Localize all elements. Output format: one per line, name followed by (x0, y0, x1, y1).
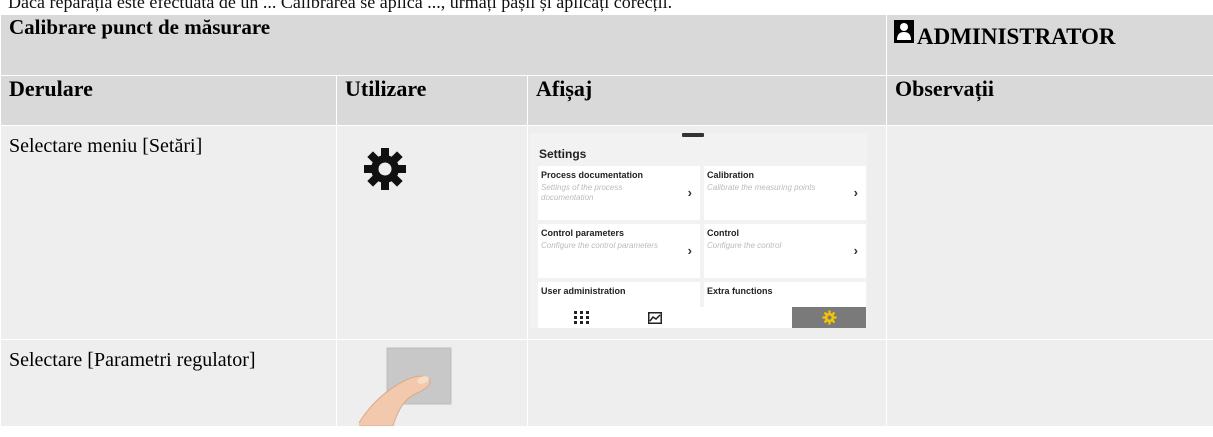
procedure-table: Calibrare punct de măsurare ADMINISTRATO… (0, 14, 1213, 427)
header-row: Derulare Utilizare Afișaj Observații (0, 75, 1213, 126)
notes-cell (886, 125, 1213, 340)
title-cell: Calibrare punct de măsurare (0, 14, 887, 76)
display-cell: Settings Process documentation Settings … (527, 125, 887, 340)
settings-screen: Settings Process documentation Settings … (530, 133, 867, 328)
gear-icon[interactable] (822, 310, 837, 325)
role-label: ADMINISTRATOR (917, 24, 1116, 49)
chevron-right-icon: › (853, 185, 858, 200)
finger-tap-icon (359, 347, 452, 426)
chart-icon[interactable] (648, 312, 662, 324)
bottom-nav-bar (538, 307, 866, 328)
usage-cell (336, 125, 528, 340)
table-row: Selectare [Parametri regulator] (0, 339, 1213, 427)
step-text: Selectare meniu [Setări] (9, 135, 203, 157)
col-header-derulare: Derulare (0, 75, 337, 126)
cut-off-text-line: Dacă reparația este efectuată de un ... … (0, 0, 1213, 14)
table-title: Calibrare punct de măsurare (9, 15, 271, 39)
grid-menu-icon[interactable] (574, 311, 589, 325)
tile-control-parameters[interactable]: Control parameters Configure the control… (538, 224, 700, 278)
col-header-utilizare: Utilizare (336, 75, 528, 126)
notes-cell (886, 339, 1213, 427)
step-cell: Selectare [Parametri regulator] (0, 339, 337, 427)
settings-title: Settings (539, 147, 587, 161)
tile-calibration[interactable]: Calibration Calibrate the measuring poin… (704, 166, 866, 220)
gear-icon (364, 148, 406, 190)
col-header-observatii: Observații (886, 75, 1213, 126)
table-row: Selectare meniu [Setări] Settings Proces… (0, 125, 1213, 340)
chevron-right-icon: › (687, 185, 692, 200)
notes-text (887, 340, 1213, 349)
usage-cell (336, 339, 528, 427)
chevron-right-icon: › (853, 243, 858, 258)
role-cell: ADMINISTRATOR (886, 14, 1213, 76)
col-header-afisaj: Afișaj (527, 75, 887, 126)
user-icon (894, 20, 914, 43)
top-text: Dacă reparația este efectuată de un ... … (8, 0, 673, 12)
chevron-right-icon: › (687, 243, 692, 258)
screen-notch (682, 133, 704, 137)
notes-text (887, 126, 1213, 135)
title-row: Calibrare punct de măsurare ADMINISTRATO… (0, 14, 1213, 76)
step-cell: Selectare meniu [Setări] (0, 125, 337, 340)
step-text: Selectare [Parametri regulator] (9, 349, 256, 371)
tile-process-documentation[interactable]: Process documentation Settings of the pr… (538, 166, 700, 220)
tile-control[interactable]: Control Configure the control › (704, 224, 866, 278)
display-cell (527, 339, 887, 427)
